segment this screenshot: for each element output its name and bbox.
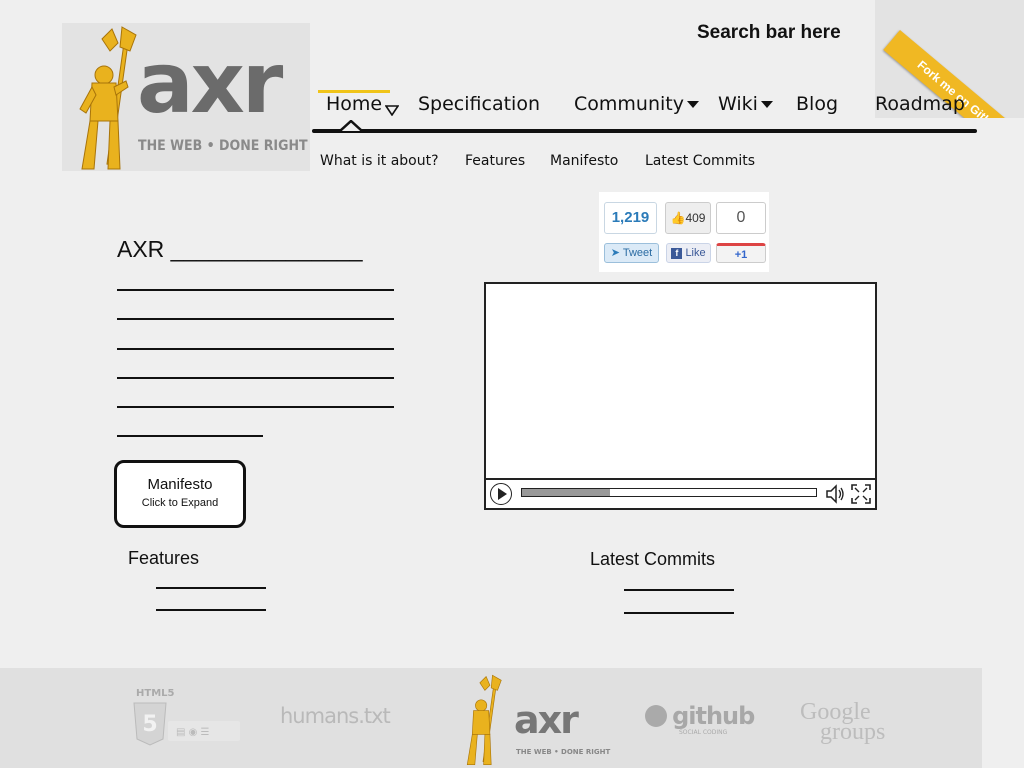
volume-icon[interactable] <box>824 483 846 505</box>
manifesto-button-subtitle: Click to Expand <box>141 497 219 509</box>
search-bar-placeholder[interactable]: Search bar here <box>697 22 841 44</box>
nav-item-roadmap[interactable]: Roadmap <box>875 93 965 115</box>
placeholder-link-line[interactable] <box>624 612 734 614</box>
svg-text:5: 5 <box>142 712 157 737</box>
axe-warrior-icon <box>79 26 137 170</box>
video-player[interactable] <box>484 282 877 510</box>
axr-footer-wordmark: axr <box>514 698 579 742</box>
placeholder-text-line <box>117 318 394 320</box>
subnav-features[interactable]: Features <box>465 153 525 169</box>
github-wordmark: github <box>672 702 755 730</box>
facebook-count: 👍409 <box>665 202 711 234</box>
placeholder-link-line[interactable] <box>156 587 266 589</box>
twitter-count: 1,219 <box>604 202 657 234</box>
play-icon[interactable] <box>490 483 512 505</box>
facebook-icon: f <box>671 247 683 259</box>
github-tagline: SOCIAL CODING <box>679 729 728 736</box>
fullscreen-icon[interactable] <box>850 483 872 505</box>
html5-logo-label: HTML5 <box>136 688 175 699</box>
like-label: Like <box>685 247 706 259</box>
nav-item-blog[interactable]: Blog <box>796 93 838 115</box>
latest-commits-heading: Latest Commits <box>590 549 716 569</box>
dropdown-arrow-icon[interactable] <box>760 101 773 108</box>
video-progress-fill <box>522 489 611 496</box>
dropdown-arrow-icon[interactable] <box>384 99 400 117</box>
nav-item-specification[interactable]: Specification <box>418 93 540 115</box>
social-share-widget: 1,219 👍409 0 ➤ Tweet f Like +1 <box>599 192 769 272</box>
nav-item-community[interactable]: Community <box>574 93 699 115</box>
twitter-bird-icon: ➤ <box>610 247 620 259</box>
placeholder-text-line <box>117 289 394 291</box>
logo-tagline: THE WEB • DONE RIGHT <box>138 138 308 154</box>
placeholder-text-line <box>117 377 394 379</box>
gplus-count: 0 <box>716 202 766 234</box>
github-logo[interactable]: github SOCIAL CODING <box>645 702 755 736</box>
like-button[interactable]: f Like <box>666 243 711 263</box>
tweet-button[interactable]: ➤ Tweet <box>604 243 659 263</box>
features-heading: Features <box>128 548 200 568</box>
axr-footer-tagline: THE WEB • DONE RIGHT <box>516 748 611 756</box>
manifesto-button-title: Manifesto <box>147 476 213 493</box>
dropdown-arrow-icon[interactable] <box>686 101 699 108</box>
manifesto-expand-button[interactable]: Manifesto Click to Expand <box>114 460 246 528</box>
site-logo[interactable]: axr THE WEB • DONE RIGHT <box>62 23 310 171</box>
subnav-what-is-it-about[interactable]: What is it about? <box>320 153 439 169</box>
nav-item-label: Roadmap <box>875 93 965 115</box>
video-progress-bar[interactable] <box>521 488 817 497</box>
octocat-icon <box>645 705 667 727</box>
html5-logo[interactable]: HTML5 5 ▤ ◉ ☰ <box>132 688 242 755</box>
gplus-button[interactable]: +1 <box>716 243 766 263</box>
nav-divider <box>312 129 977 133</box>
subnav-latest-commits[interactable]: Latest Commits <box>645 153 755 169</box>
thumbs-up-icon: 👍 <box>670 211 686 225</box>
nav-active-notch-icon <box>340 120 362 132</box>
subnav-manifesto[interactable]: Manifesto <box>550 153 618 169</box>
humans-txt-logo[interactable]: humans.txt <box>280 704 391 728</box>
nav-item-label: Specification <box>418 93 540 115</box>
tweet-label: Tweet <box>622 247 653 259</box>
nav-item-label: Wiki <box>718 93 758 115</box>
logo-wordmark: axr <box>137 34 283 132</box>
nav-item-label: Community <box>574 93 684 115</box>
nav-item-home[interactable]: Home <box>326 93 400 117</box>
video-controls <box>486 478 875 508</box>
html5-shield-icon: 5 ▤ ◉ ☰ <box>133 702 240 746</box>
placeholder-text-line <box>117 348 394 350</box>
placeholder-link-line[interactable] <box>624 589 734 591</box>
intro-heading: AXR _______________ <box>117 236 363 262</box>
axr-footer-logo[interactable]: axr THE WEB • DONE RIGHT <box>458 674 610 766</box>
placeholder-text-line <box>117 435 263 437</box>
google-groups-logo[interactable]: Google groups <box>800 700 890 744</box>
placeholder-text-line <box>117 406 394 408</box>
placeholder-link-line[interactable] <box>156 609 266 611</box>
nav-item-label: Blog <box>796 93 838 115</box>
axe-warrior-icon <box>466 674 502 766</box>
svg-text:▤ ◉ ☰: ▤ ◉ ☰ <box>176 727 210 738</box>
footer: HTML5 5 ▤ ◉ ☰ humans.txt axr THE WEB • D… <box>0 668 982 768</box>
facebook-count-value: 409 <box>685 211 706 225</box>
nav-item-label: Home <box>326 93 383 115</box>
nav-item-wiki[interactable]: Wiki <box>718 93 773 115</box>
